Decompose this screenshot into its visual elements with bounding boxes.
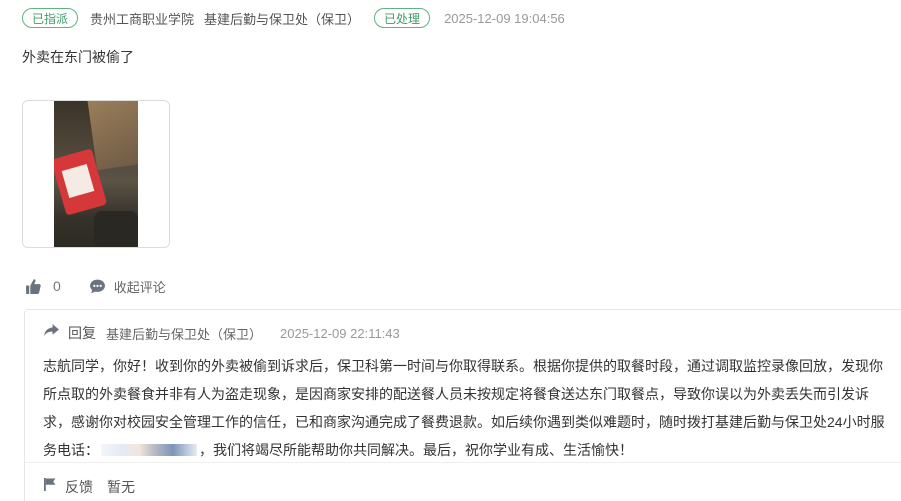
photo-thumbnail[interactable] [22,100,170,248]
feedback-value: 暂无 [107,479,135,495]
status-badge-processed: 已处理 [374,8,431,28]
department-name: 基建后勤与保卫处（保卫） [204,11,361,27]
org-name: 贵州工商职业学院 [90,11,195,27]
reply-author: 基建后勤与保卫处（保卫） [106,326,263,342]
status-badge-assigned: 已指派 [22,8,79,28]
photo-image [54,101,138,247]
reply-body: 志航同学，你好！收到你的外卖被偷到诉求后，保卫科第一时间与你取得联系。根据你提供… [43,352,893,464]
reply-body-text-end: ，我们将竭尽所能帮助你共同解决。最后，祝你学业有成、生活愉快！ [199,442,633,458]
reply-card: 回复 基建后勤与保卫处（保卫） 2025-12-09 22:11:43 志航同学… [24,309,901,501]
feedback-row: 反馈 暂无 [43,477,135,497]
feedback-label: 反馈 [65,479,93,495]
post-title: 外卖在东门被偷了 [22,49,134,65]
post-timestamp: 2025-12-09 19:04:56 [444,10,565,26]
chat-bubble-icon [89,278,106,295]
toggle-comments-label: 收起评论 [113,279,166,295]
reply-timestamp: 2025-12-09 22:11:43 [280,325,400,341]
toggle-comments-button[interactable]: 收起评论 [89,277,166,296]
reply-arrow-icon [43,323,60,343]
reply-label: 回复 [68,325,96,341]
post-header: 已指派 贵州工商职业学院 基建后勤与保卫处（保卫） 已处理 2025-12-09… [22,7,565,29]
post-actions: 0 收起评论 [25,276,166,296]
divider [25,462,901,463]
like-count: 0 [53,278,61,294]
flag-icon [43,477,57,497]
redacted-phone-number [101,444,197,456]
thumbs-up-icon[interactable] [25,278,42,295]
reply-header: 回复 基建后勤与保卫处（保卫） 2025-12-09 22:11:43 [43,323,400,343]
